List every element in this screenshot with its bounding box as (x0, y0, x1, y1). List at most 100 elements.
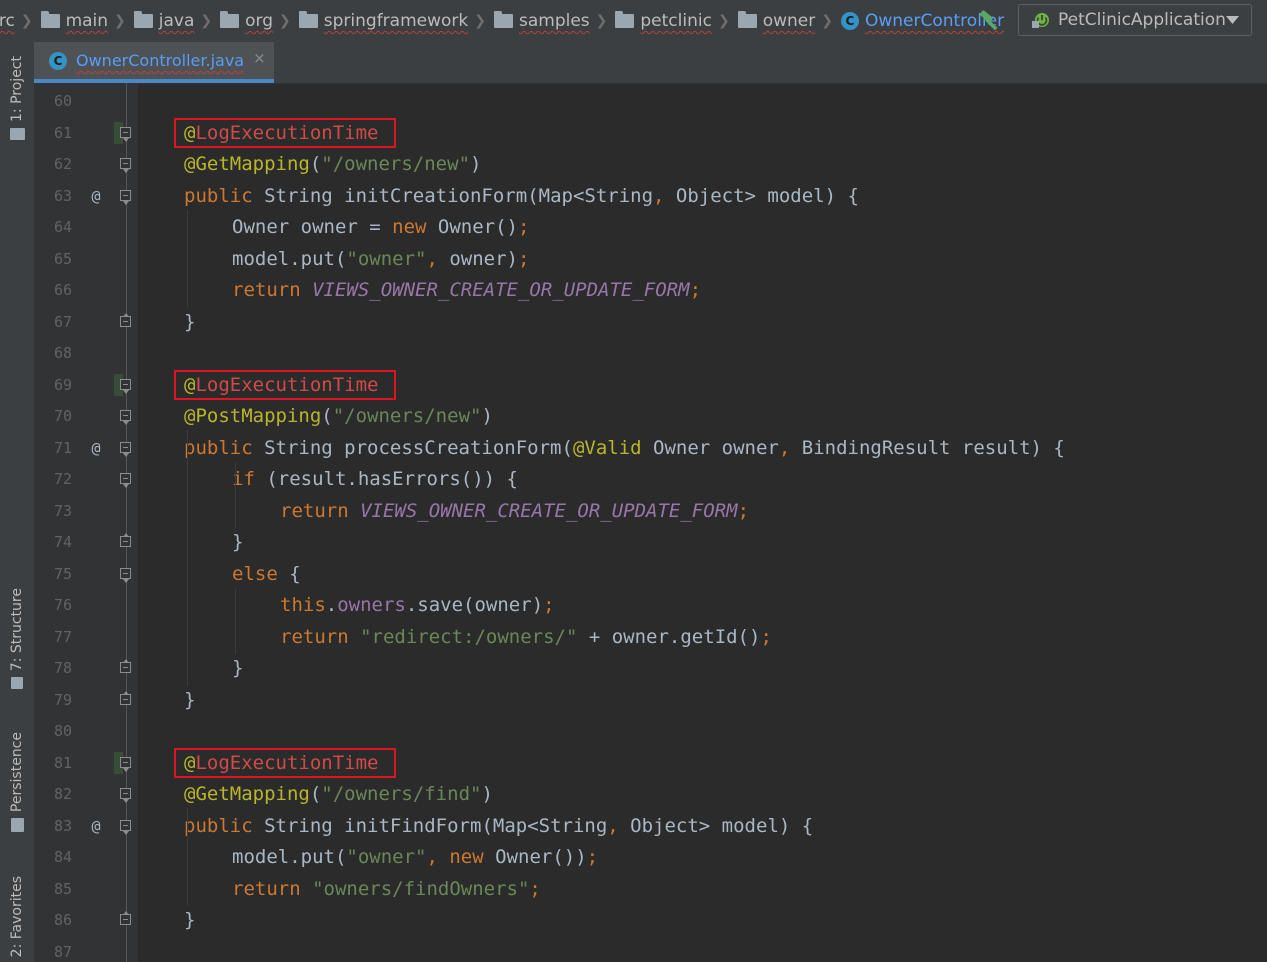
line-number: 77 (53, 627, 72, 646)
breadcrumb-separator-icon: ❯ (821, 13, 833, 29)
fold-expand-icon[interactable] (120, 473, 131, 488)
breadcrumb-item-springframework[interactable]: springframework (298, 11, 469, 31)
breadcrumb-item-org[interactable]: org (220, 11, 273, 31)
code-line: @PostMapping("/owners/new") (184, 405, 493, 427)
package-icon (615, 11, 635, 28)
code-line: } (184, 310, 196, 333)
indent-guide (187, 209, 188, 308)
line-number: 87 (53, 942, 72, 961)
favorites-tab-label: 2: Favorites (9, 876, 25, 958)
line-number: 62 (53, 155, 72, 173)
breadcrumb-label: org (245, 11, 274, 31)
annotation-highlight-box (174, 117, 396, 148)
breadcrumb: src ❯ main ❯ java ❯ org ❯ springframework ❯ sample… (0, 0, 1004, 42)
favorites-tool-window-button[interactable]: 2: Favorites (0, 876, 34, 957)
breadcrumb-separator-icon: ❯ (200, 13, 213, 29)
code-line: model.put("owner", new Owner()); (232, 846, 599, 868)
override-marker-icon[interactable]: @ (88, 816, 104, 836)
folder-icon (40, 11, 60, 28)
package-icon (220, 11, 240, 28)
line-number: 73 (53, 501, 72, 520)
code-line: Owner owner = new Owner(); (232, 216, 530, 238)
breadcrumb-label: springframework (323, 11, 469, 31)
override-marker-icon[interactable]: @ (88, 438, 104, 458)
breadcrumb-item-src[interactable]: src (0, 11, 15, 31)
breadcrumb-item-samples[interactable]: samples (493, 11, 590, 31)
breadcrumb-item-petclinic[interactable]: petclinic (615, 11, 712, 31)
line-number: 75 (53, 564, 72, 583)
package-icon (298, 11, 318, 28)
breadcrumb-separator-icon: ❯ (474, 13, 486, 29)
override-marker-icon[interactable]: @ (88, 186, 104, 206)
line-number: 84 (53, 848, 72, 866)
fold-expand-icon[interactable] (120, 567, 131, 583)
fold-expand-icon[interactable] (120, 819, 131, 835)
fold-expand-icon[interactable] (120, 158, 131, 173)
line-number: 65 (53, 249, 72, 268)
code-line: this.owners.save(owner); (280, 594, 555, 616)
structure-tool-window-button[interactable]: 7: Structure (0, 588, 34, 690)
breadcrumb-item-owner[interactable]: owner (737, 11, 815, 31)
code-line: else { (232, 562, 301, 585)
code-line: } (184, 909, 196, 931)
folder-icon (133, 11, 153, 28)
fold-expand-icon[interactable] (120, 378, 131, 394)
indent-guide (235, 461, 236, 528)
project-tool-window-button[interactable]: 1: Project (0, 56, 34, 140)
code-line: } (232, 657, 244, 679)
breadcrumb-separator-icon: ❯ (114, 13, 126, 29)
line-number: 86 (53, 911, 72, 929)
breadcrumb-item-java[interactable]: java (133, 11, 194, 31)
breadcrumb-label: samples (518, 11, 590, 31)
class-icon: C (840, 12, 859, 30)
line-number: 80 (53, 722, 72, 740)
fold-collapse-icon[interactable] (120, 911, 131, 925)
code-line: @GetMapping("/owners/new") (184, 153, 482, 175)
line-number: 79 (53, 690, 72, 709)
line-number: 63 (53, 186, 72, 205)
persistence-tool-window-button[interactable]: Persistence (0, 732, 34, 833)
fold-expand-icon[interactable] (120, 788, 131, 803)
line-number: 83 (53, 816, 72, 835)
breadcrumb-item-main[interactable]: main (40, 11, 108, 31)
editor-tab-bar: C OwnerController.java × (34, 42, 1267, 84)
line-number: 76 (53, 596, 72, 614)
indent-guide (235, 587, 236, 654)
line-number: 67 (53, 312, 72, 331)
code-line: if (result.hasErrors()) { (232, 468, 518, 490)
line-number: 64 (53, 218, 72, 236)
line-number: 71 (53, 438, 72, 457)
line-number: 61 (53, 123, 72, 142)
fold-expand-icon[interactable] (120, 441, 131, 457)
fold-collapse-icon[interactable] (120, 533, 131, 547)
folder-icon (9, 127, 25, 140)
fold-expand-icon[interactable] (120, 189, 131, 205)
close-tab-icon[interactable]: × (253, 49, 266, 67)
fold-collapse-icon[interactable] (120, 690, 131, 705)
hammer-icon[interactable] (978, 9, 1002, 33)
fold-expand-icon[interactable] (120, 410, 131, 425)
fold-collapse-icon[interactable] (120, 312, 131, 327)
project-tab-label: 1: Project (9, 56, 25, 122)
code-line: return "redirect:/owners/" + owner.getId… (280, 625, 772, 648)
fold-expand-icon[interactable] (120, 126, 131, 142)
breadcrumb-label: petclinic (640, 11, 712, 31)
structure-icon (11, 677, 23, 690)
editor-tab-ownercontroller[interactable]: C OwnerController.java × (34, 42, 274, 83)
spring-boot-icon (1032, 13, 1049, 28)
database-icon (10, 818, 24, 833)
line-number: 72 (53, 470, 72, 488)
breadcrumb-label: src (0, 11, 15, 31)
line-number: 68 (53, 344, 72, 362)
persistence-tab-label: Persistence (9, 732, 25, 813)
code-line: public String processCreationForm(@Valid… (184, 436, 1065, 459)
code-line: } (232, 531, 244, 553)
line-number: 78 (53, 659, 72, 677)
dropdown-arrow-icon (1226, 16, 1239, 24)
run-configuration-selector[interactable]: PetClinicApplication (1018, 4, 1252, 36)
structure-tab-label: 7: Structure (9, 588, 25, 672)
fold-collapse-icon[interactable] (120, 659, 131, 673)
fold-expand-icon[interactable] (120, 756, 131, 772)
package-icon (737, 11, 757, 28)
annotation-highlight-box (174, 747, 396, 778)
